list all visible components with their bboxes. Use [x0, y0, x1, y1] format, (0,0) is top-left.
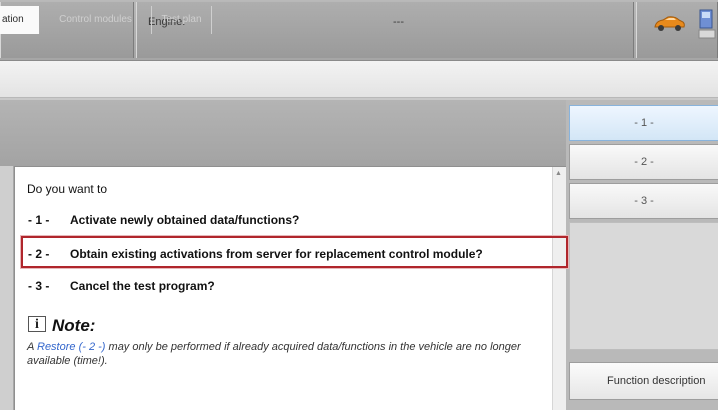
tab-control-modules[interactable]: Control modules — [40, 6, 152, 34]
note-prefix: A — [27, 341, 37, 353]
option-3-number: - 3 - — [28, 279, 50, 293]
note-title: Note: — [52, 316, 96, 335]
left-edge-strip — [0, 166, 14, 410]
option-1-button[interactable]: - 1 - — [569, 105, 718, 141]
scroll-up-arrow-icon[interactable]: ▲ — [555, 170, 562, 177]
restore-link[interactable]: Restore (- 2 -) — [37, 341, 105, 353]
dialog-scrollbar[interactable] — [552, 167, 566, 410]
option-2-number: - 2 - — [28, 247, 50, 261]
tab-test-plan[interactable]: Test plan — [152, 6, 212, 34]
option-3-text: Cancel the test program? — [70, 279, 215, 293]
note-text: A Restore (- 2 -) may only be performed … — [27, 340, 542, 368]
engine-value: --- — [393, 16, 404, 28]
option-2-text: Obtain existing activations from server … — [70, 247, 483, 261]
function-description-button[interactable]: Function description — [569, 362, 718, 400]
option-2-button[interactable]: - 2 - — [569, 144, 718, 180]
car-icon[interactable] — [652, 14, 686, 34]
tab-operation[interactable]: ation — [0, 6, 40, 34]
option-1-number: - 1 - — [28, 213, 50, 227]
option-3-button[interactable]: - 3 - — [569, 183, 718, 219]
dialog-question: Do you want to — [27, 182, 108, 196]
option-1-text: Activate newly obtained data/functions? — [70, 213, 300, 227]
info-icon: i — [28, 316, 46, 332]
tab-strip — [0, 60, 718, 98]
right-empty-area — [569, 222, 718, 350]
content-header-band — [0, 100, 566, 166]
dealer-icon[interactable] — [697, 8, 718, 40]
